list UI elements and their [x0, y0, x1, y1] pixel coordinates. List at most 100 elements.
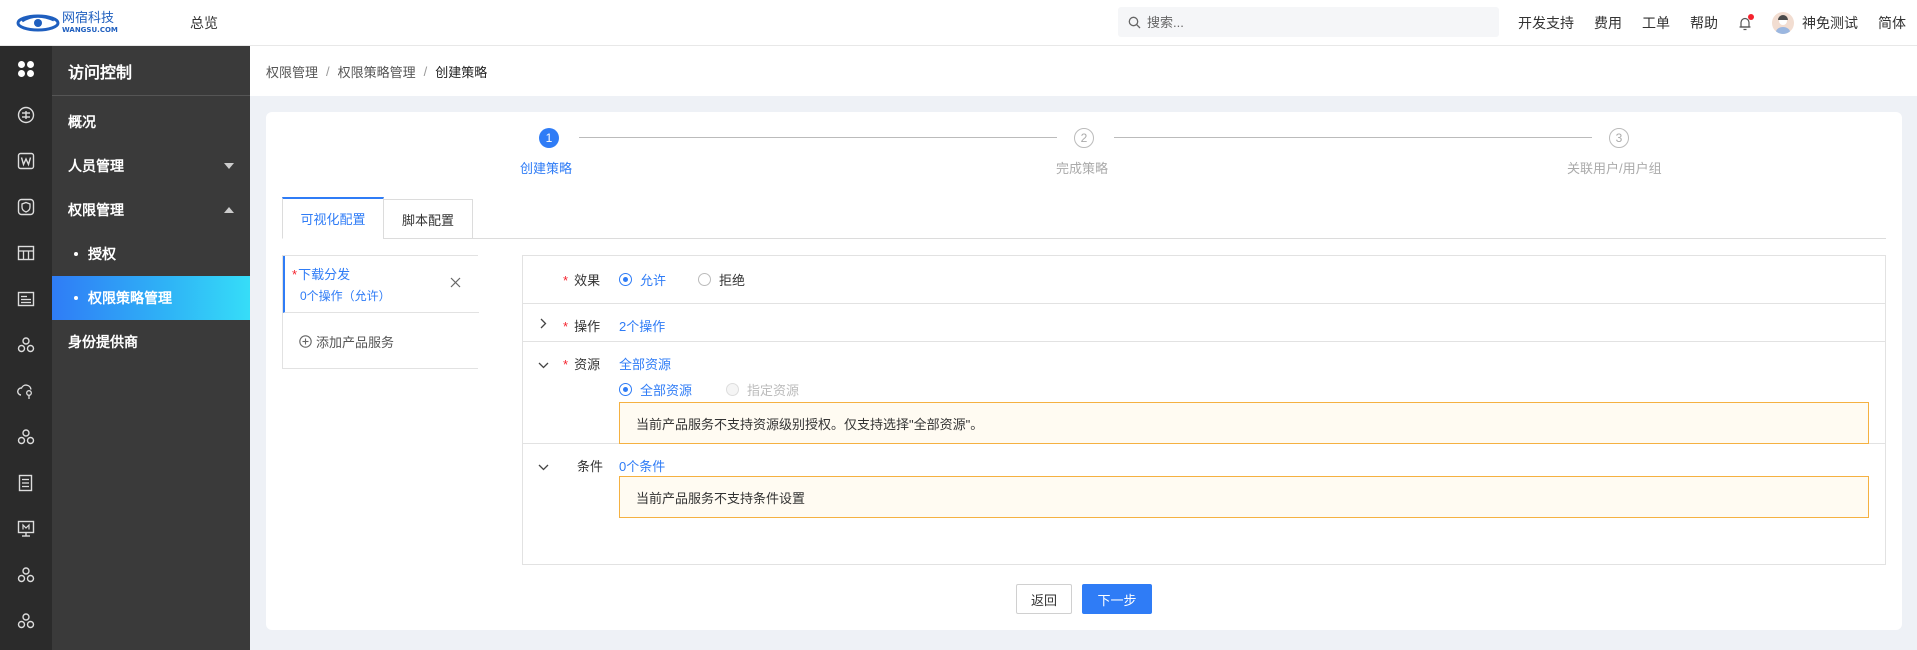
condition-row: 条件 0个条件 当前产品服务不支持条件设置	[523, 444, 1885, 564]
svg-text:WANGSU.COM: WANGSU.COM	[62, 26, 118, 34]
caret-up-icon	[224, 207, 234, 213]
cluster-icon	[17, 429, 35, 445]
breadcrumb-item[interactable]: 权限管理	[266, 62, 318, 81]
effect-allow-radio[interactable]: 允许	[619, 270, 666, 289]
action-row: * 操作 2个操作	[523, 304, 1885, 342]
side-menu-title: 访问控制	[52, 46, 250, 96]
step-1-circle: 1	[539, 128, 559, 148]
top-nav: 开发支持 费用 工单 帮助 神免测试 简体	[1518, 0, 1906, 46]
sidebar-item-authorize[interactable]: 授权	[52, 232, 250, 276]
sidebar-item-label: 权限管理	[68, 202, 124, 218]
resource-all-radio[interactable]: 全部资源	[619, 380, 692, 399]
side-menu: 访问控制 概况 人员管理 权限管理 授权 权限策略管理 身份提供商	[52, 46, 250, 650]
wangsu-logo-icon: 网宿科技 WANGSU.COM	[16, 10, 118, 34]
avatar	[1772, 12, 1794, 34]
rail-item[interactable]	[0, 184, 52, 230]
rail-item[interactable]	[0, 230, 52, 276]
action-label: * 操作	[563, 319, 601, 334]
back-button[interactable]: 返回	[1016, 584, 1072, 614]
next-step-button[interactable]: 下一步	[1082, 584, 1152, 614]
nav-help[interactable]: 帮助	[1690, 13, 1718, 33]
chevron-down-icon[interactable]	[538, 459, 549, 474]
logo[interactable]: 网宿科技 WANGSU.COM	[0, 0, 160, 46]
service-panel: *下载分发 0个操作（允许） 添加产品服务	[282, 255, 479, 369]
user-name: 神免测试	[1802, 15, 1858, 31]
caret-down-icon	[224, 163, 234, 169]
nav-billing[interactable]: 费用	[1594, 13, 1622, 33]
doc-lines-icon	[18, 474, 33, 492]
condition-label: 条件	[577, 459, 604, 474]
notification-bell[interactable]	[1738, 13, 1754, 31]
language-switch[interactable]: 简体	[1878, 13, 1906, 33]
service-item[interactable]: *下载分发 0个操作（允许）	[283, 256, 479, 313]
step-3-label: 关联用户/用户组	[1567, 161, 1662, 176]
chevron-down-icon[interactable]	[538, 357, 549, 372]
rail-item[interactable]	[0, 322, 52, 368]
add-service-label: 添加产品服务	[316, 335, 395, 350]
resource-specific-radio: 指定资源	[726, 380, 799, 399]
rail-item[interactable]	[0, 552, 52, 598]
step-2-label: 完成策略	[1056, 161, 1109, 176]
svg-text:网宿科技: 网宿科技	[62, 10, 114, 26]
sidebar-item-label: 授权	[88, 246, 116, 262]
step-connector	[579, 137, 1057, 138]
rail-item[interactable]	[0, 276, 52, 322]
user-avatar-icon	[1776, 15, 1790, 34]
bullet-icon	[74, 296, 78, 300]
effect-deny-radio[interactable]: 拒绝	[698, 270, 745, 289]
effect-label: * 效果	[563, 273, 601, 288]
rail-item[interactable]	[0, 368, 52, 414]
action-count-link[interactable]: 2个操作	[619, 316, 665, 335]
sidebar-item-label: 身份提供商	[68, 334, 138, 350]
nav-dev-support[interactable]: 开发支持	[1518, 13, 1574, 33]
step-connector	[1114, 137, 1592, 138]
bullet-icon	[74, 252, 78, 256]
notification-dot	[1748, 13, 1754, 20]
resource-value-link[interactable]: 全部资源	[619, 354, 671, 373]
tab-visual-config[interactable]: 可视化配置	[282, 197, 384, 239]
resource-label: * 资源	[563, 357, 601, 372]
sidebar-item-policy-management[interactable]: 权限策略管理	[52, 276, 250, 320]
cluster-icon	[17, 613, 35, 629]
rail-item[interactable]	[0, 92, 52, 138]
monitor-icon	[17, 520, 35, 537]
breadcrumb-item[interactable]: 权限策略管理	[338, 62, 416, 81]
breadcrumb-separator: /	[423, 63, 428, 79]
resource-warning: 当前产品服务不支持资源级别授权。仅支持选择"全部资源"。	[619, 402, 1869, 444]
tab-script-config[interactable]: 脚本配置	[383, 199, 473, 239]
sidebar-item-permissions[interactable]: 权限管理	[52, 188, 250, 232]
step-3-circle: 3	[1609, 128, 1629, 148]
step-2-circle: 2	[1074, 128, 1094, 148]
add-service-button[interactable]: 添加产品服务	[299, 332, 394, 351]
resource-row: * 资源 全部资源 全部资源 指定资源 当前产品服务不支持资源级别授权。仅支持选择…	[523, 342, 1885, 444]
top-bar: 网宿科技 WANGSU.COM 总览 开发支持 费用 工单 帮助	[0, 0, 1917, 46]
settings-circle-icon	[17, 106, 35, 124]
overview-link[interactable]: 总览	[190, 13, 218, 33]
sidebar-item-people[interactable]: 人员管理	[52, 144, 250, 188]
shield-box-icon	[17, 198, 35, 216]
sidebar-item-overview[interactable]: 概况	[52, 100, 250, 144]
sidebar-item-label: 权限策略管理	[88, 290, 172, 306]
search-input[interactable]	[1147, 14, 1477, 30]
rail-item[interactable]	[0, 414, 52, 460]
sidebar-item-label: 概况	[68, 114, 96, 130]
rail-item[interactable]	[0, 138, 52, 184]
chevron-right-icon[interactable]	[539, 317, 547, 332]
rail-item[interactable]	[0, 460, 52, 506]
apps-icon	[18, 61, 34, 77]
plus-circle-icon	[299, 335, 312, 348]
nav-tickets[interactable]: 工单	[1642, 13, 1670, 33]
document-list-icon	[17, 291, 35, 307]
close-icon[interactable]	[450, 276, 461, 291]
policy-config-panel: * 效果 允许 拒绝 * 操作 2个操作 * 资源 全部资源 全部资源 指定资源 当前…	[522, 255, 1886, 565]
sidebar-item-identity-provider[interactable]: 身份提供商	[52, 320, 250, 364]
rail-apps[interactable]	[0, 46, 52, 92]
w-box-icon	[17, 152, 35, 170]
condition-count-link[interactable]: 0个条件	[619, 456, 665, 475]
rail-item[interactable]	[0, 506, 52, 552]
condition-warning: 当前产品服务不支持条件设置	[619, 476, 1869, 518]
user-menu[interactable]: 神免测试	[1772, 12, 1858, 34]
rail-item[interactable]	[0, 598, 52, 644]
cluster-icon	[17, 567, 35, 583]
search-box[interactable]	[1118, 7, 1499, 37]
